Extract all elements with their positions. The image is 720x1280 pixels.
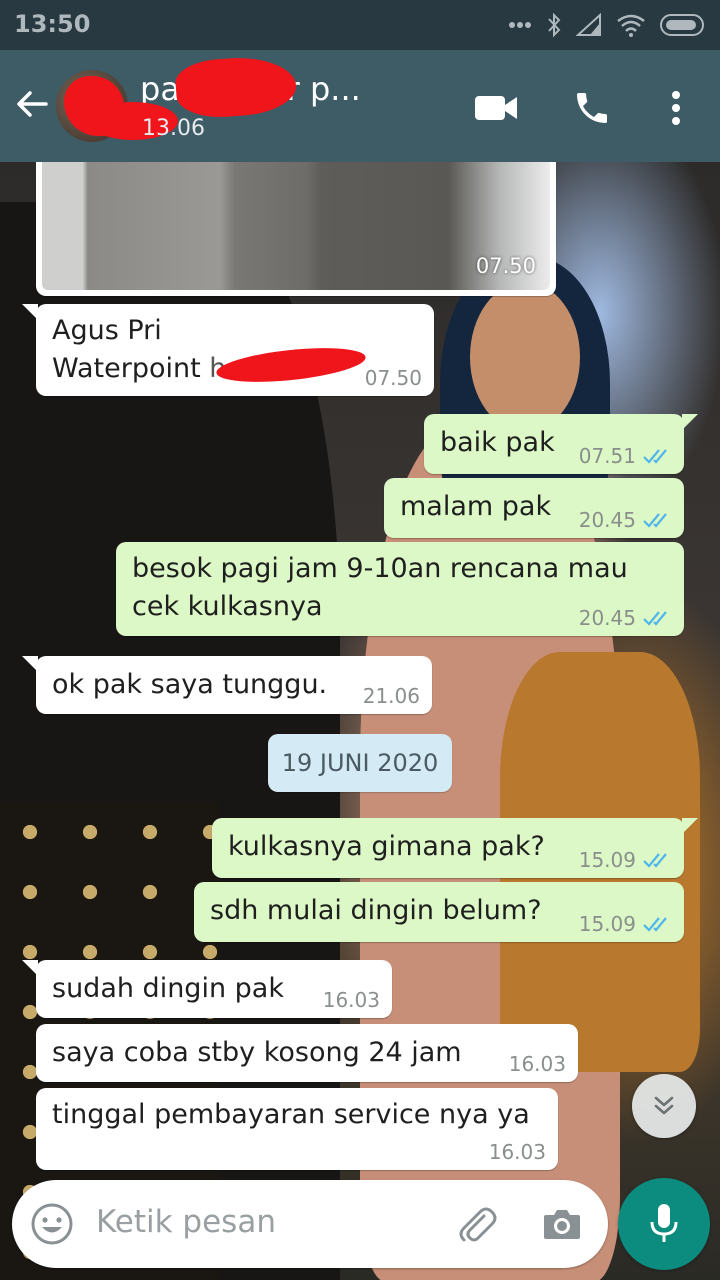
video-call-icon bbox=[475, 96, 517, 120]
message-text: saya coba stby kosong 24 jam bbox=[52, 1037, 462, 1068]
voice-record-button[interactable] bbox=[618, 1178, 710, 1270]
image-thumbnail[interactable]: 07.50 bbox=[42, 162, 550, 290]
last-seen: 13.06 bbox=[142, 116, 205, 141]
message-outgoing[interactable]: besok pagi jam 9-10an rencana mau cek ku… bbox=[116, 542, 684, 636]
message-incoming[interactable]: sudah dingin pak 16.03 bbox=[22, 960, 392, 1018]
message-outgoing[interactable]: kulkasnya gimana pak? 15.09 bbox=[212, 818, 698, 878]
signal-icon bbox=[576, 13, 601, 36]
name-redaction bbox=[174, 53, 298, 121]
message-meta: 15.09 bbox=[579, 848, 672, 872]
message-time: 16.03 bbox=[508, 1052, 566, 1076]
status-icons bbox=[508, 12, 706, 38]
battery-icon bbox=[660, 14, 704, 36]
message-time: 16.03 bbox=[488, 1140, 546, 1164]
status-time: 13:50 bbox=[14, 10, 91, 38]
message-time: 16.03 bbox=[322, 988, 380, 1012]
dots-icon bbox=[509, 22, 531, 28]
message-meta: 15.09 bbox=[579, 912, 672, 936]
wallpaper-face bbox=[470, 282, 580, 432]
more-vert-icon bbox=[672, 91, 680, 125]
read-ticks-icon bbox=[643, 611, 667, 626]
message-text: sudah dingin pak bbox=[52, 973, 284, 1004]
message-line-text: Waterpoint bbox=[52, 353, 201, 384]
bluetooth-icon bbox=[548, 12, 561, 38]
emoji-icon[interactable] bbox=[30, 1202, 74, 1246]
read-ticks-icon bbox=[643, 917, 667, 932]
message-meta: 07.50 bbox=[365, 366, 422, 390]
chat-header: pak water p... 13.06 bbox=[0, 50, 720, 162]
message-line: Agus Pri bbox=[52, 315, 162, 346]
message-text: baik pak bbox=[440, 427, 555, 458]
message-meta: 16.03 bbox=[509, 1052, 566, 1076]
message-input[interactable]: Ketik pesan bbox=[96, 1204, 276, 1240]
message-time: 21.06 bbox=[362, 684, 420, 708]
image-message[interactable]: 07.50 bbox=[36, 162, 556, 296]
scroll-to-bottom-button[interactable] bbox=[632, 1074, 696, 1138]
mic-icon bbox=[650, 1204, 678, 1242]
message-time: 20.45 bbox=[578, 508, 636, 532]
message-text: malam pak bbox=[400, 491, 552, 522]
read-ticks-icon bbox=[643, 853, 667, 868]
message-text: sdh mulai dingin belum? bbox=[210, 895, 542, 926]
message-outgoing[interactable]: baik pak 07.51 bbox=[424, 414, 698, 474]
message-meta: 21.06 bbox=[363, 684, 420, 708]
message-text: tinggal pembayaran service nya ya bbox=[52, 1099, 530, 1130]
message-incoming[interactable]: tinggal pembayaran service nya ya 16.03 bbox=[36, 1088, 558, 1170]
message-time: 07.50 bbox=[364, 366, 422, 390]
video-call-button[interactable] bbox=[472, 84, 520, 132]
phone-icon bbox=[577, 93, 607, 123]
message-meta: 16.03 bbox=[323, 988, 380, 1012]
message-composer[interactable]: Ketik pesan bbox=[12, 1180, 608, 1268]
read-ticks-icon bbox=[643, 449, 667, 464]
message-line: cek kulkasnya bbox=[132, 591, 323, 622]
message-line: besok pagi jam 9-10an rencana mau bbox=[132, 553, 628, 584]
message-text: ok pak saya tunggu. bbox=[52, 669, 328, 700]
message-incoming[interactable]: Agus Pri Waterpoint ho 30 07.50 bbox=[22, 304, 434, 396]
message-outgoing[interactable]: malam pak 20.45 bbox=[384, 478, 684, 538]
message-incoming[interactable]: saya coba stby kosong 24 jam 16.03 bbox=[36, 1024, 578, 1082]
date-separator: 19 JUNI 2020 bbox=[268, 734, 452, 792]
status-bar: 13:50 bbox=[0, 0, 720, 50]
message-time: 15.09 bbox=[578, 848, 636, 872]
message-meta: 16.03 bbox=[489, 1140, 546, 1164]
message-meta: 20.45 bbox=[579, 606, 672, 630]
message-outgoing[interactable]: sdh mulai dingin belum? 15.09 bbox=[194, 882, 684, 942]
voice-call-button[interactable] bbox=[568, 84, 616, 132]
read-ticks-icon bbox=[643, 513, 667, 528]
back-arrow-icon[interactable] bbox=[12, 84, 52, 124]
wifi-icon bbox=[617, 14, 645, 37]
chevrons-down-icon bbox=[654, 1096, 674, 1115]
message-meta: 07.51 bbox=[579, 444, 672, 468]
more-options-button[interactable] bbox=[652, 84, 700, 132]
message-text: kulkasnya gimana pak? bbox=[228, 831, 545, 862]
camera-icon[interactable] bbox=[540, 1202, 584, 1246]
message-time: 07.50 bbox=[475, 254, 536, 278]
message-text: besok pagi jam 9-10an rencana mau cek ku… bbox=[132, 550, 628, 626]
message-time: 15.09 bbox=[578, 912, 636, 936]
message-meta: 20.45 bbox=[579, 508, 672, 532]
message-incoming[interactable]: ok pak saya tunggu. 21.06 bbox=[22, 656, 432, 714]
attach-icon[interactable] bbox=[454, 1202, 498, 1246]
message-time: 07.51 bbox=[578, 444, 636, 468]
message-time: 20.45 bbox=[578, 606, 636, 630]
